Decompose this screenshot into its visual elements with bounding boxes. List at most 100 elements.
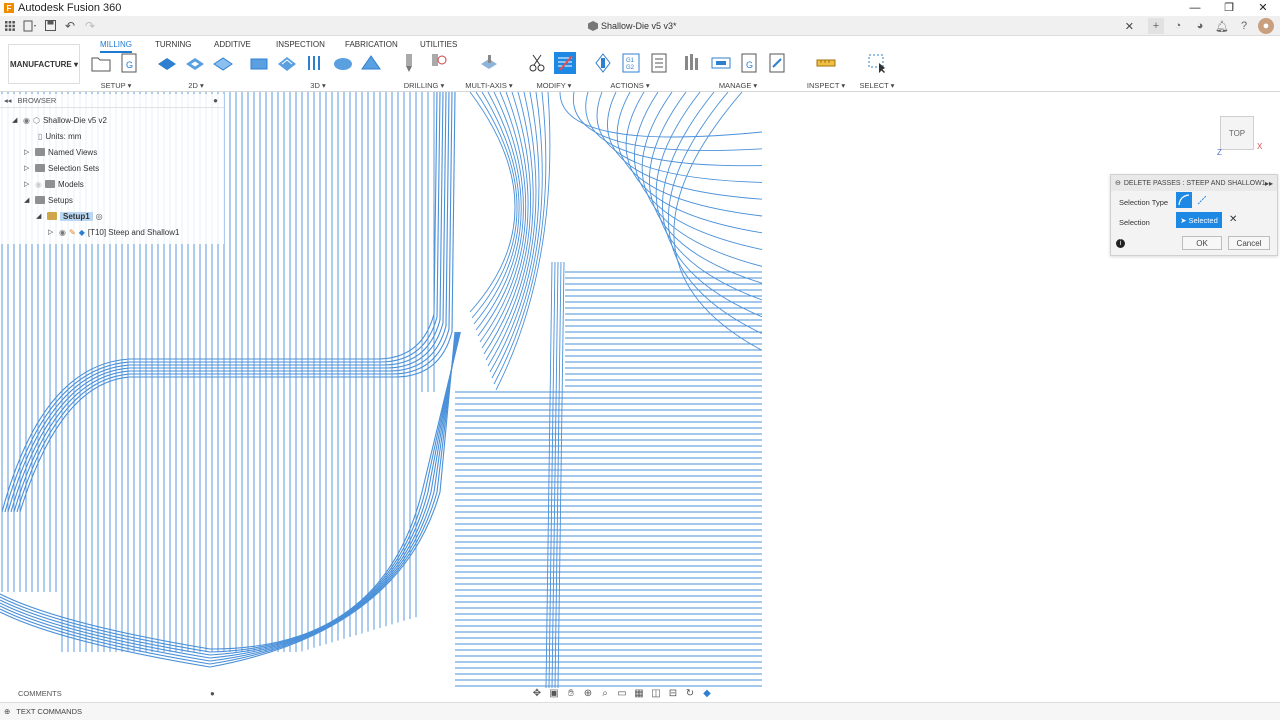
tree-units[interactable]: ▯ Units: mm bbox=[38, 129, 81, 143]
trim-icon[interactable] bbox=[526, 52, 548, 74]
select-group-label[interactable]: SELECT ▾ bbox=[856, 81, 898, 90]
tree-models[interactable]: ▷ ◉ Models bbox=[24, 177, 84, 191]
tree-root[interactable]: ◢ ◉ ⬡ Shallow-Die v5 v2 bbox=[12, 113, 107, 127]
display-settings-icon[interactable]: ▭ bbox=[615, 688, 629, 699]
tree-named-views[interactable]: ▷ Named Views bbox=[24, 145, 97, 159]
3d-scallop-icon[interactable] bbox=[332, 52, 354, 74]
hole-recognition-icon[interactable] bbox=[426, 52, 448, 74]
collapse-arrow-icon[interactable]: ◢ bbox=[24, 196, 32, 204]
tab-turning[interactable]: TURNING bbox=[155, 40, 191, 49]
tab-inspection[interactable]: INSPECTION bbox=[276, 40, 325, 49]
undo-icon[interactable]: ↶ bbox=[60, 16, 80, 36]
2d-pocket-icon[interactable] bbox=[184, 52, 206, 74]
actions-group-label[interactable]: ACTIONS ▾ bbox=[592, 81, 668, 90]
setup-group-label[interactable]: SETUP ▾ bbox=[90, 81, 142, 90]
window-select-icon[interactable] bbox=[866, 52, 888, 74]
3d-parallel-icon[interactable] bbox=[304, 52, 326, 74]
extensions-icon[interactable]: ◔ bbox=[1170, 18, 1186, 34]
2d-face-icon[interactable] bbox=[212, 52, 234, 74]
delete-passes-icon[interactable] bbox=[554, 52, 576, 74]
nc-program-icon[interactable]: G bbox=[118, 52, 140, 74]
zoom-window-icon[interactable]: ⌕ bbox=[598, 688, 612, 699]
expand-arrow-icon[interactable]: ▷ bbox=[24, 148, 32, 156]
viewcube[interactable]: TOP X Z bbox=[1214, 112, 1264, 157]
pan-icon[interactable]: ✋︎ bbox=[564, 688, 578, 699]
tree-selection-sets[interactable]: ▷ Selection Sets bbox=[24, 161, 99, 175]
file-menu-icon[interactable] bbox=[20, 16, 40, 36]
comments-pin-icon[interactable]: ● bbox=[210, 689, 215, 698]
tab-fabrication[interactable]: FABRICATION bbox=[345, 40, 398, 49]
dialog-expand-icon[interactable]: ▸▸ bbox=[1265, 179, 1273, 188]
expand-arrow-icon[interactable]: ▷ bbox=[24, 164, 32, 172]
multiaxis-icon[interactable] bbox=[478, 52, 500, 74]
selection-selected-button[interactable]: ➤ Selected bbox=[1176, 212, 1222, 228]
view-mode-icon[interactable]: ◆ bbox=[700, 688, 714, 699]
multiaxis-group-label[interactable]: MULTI-AXIS ▾ bbox=[464, 81, 514, 90]
browser-collapse-icon[interactable]: ◂◂ bbox=[4, 96, 12, 105]
3d-pocket-icon[interactable] bbox=[276, 52, 298, 74]
visibility-eye-icon[interactable]: ◉ bbox=[35, 180, 42, 189]
save-icon[interactable] bbox=[40, 16, 60, 36]
info-icon[interactable]: i bbox=[1116, 239, 1125, 248]
minimize-button[interactable]: — bbox=[1178, 0, 1212, 16]
visibility-eye-icon[interactable]: ◉ bbox=[59, 228, 66, 237]
machine-library-icon[interactable] bbox=[710, 52, 732, 74]
collapse-arrow-icon[interactable]: ◢ bbox=[36, 212, 44, 220]
drilling-group-label[interactable]: DRILLING ▾ bbox=[398, 81, 450, 90]
post-process-icon[interactable]: G1 G2 bbox=[620, 52, 642, 74]
grid-settings-icon[interactable]: ▦ bbox=[632, 688, 646, 699]
viewports-icon[interactable]: ◫ bbox=[649, 688, 663, 699]
setup-folder-icon[interactable] bbox=[90, 52, 112, 74]
active-setup-icon[interactable]: ◎ bbox=[96, 212, 103, 221]
refresh-icon[interactable]: ↻ bbox=[683, 688, 697, 699]
visibility-eye-icon[interactable]: ◉ bbox=[23, 116, 30, 125]
measure-icon[interactable] bbox=[815, 52, 837, 74]
close-window-button[interactable]: ✕ bbox=[1246, 0, 1280, 16]
text-commands-label[interactable]: TEXT COMMANDS bbox=[16, 707, 82, 716]
expand-arrow-icon[interactable]: ▷ bbox=[48, 228, 56, 236]
app-grid-icon[interactable] bbox=[0, 16, 20, 36]
3d-group-label[interactable]: 3D ▾ bbox=[248, 81, 388, 90]
orbit-icon[interactable]: ✥ bbox=[530, 688, 544, 699]
tab-utilities[interactable]: UTILITIES bbox=[420, 40, 457, 49]
workspace-switcher[interactable]: MANUFACTURE ▾ bbox=[8, 44, 80, 84]
notifications-icon[interactable]: 🔔︎ bbox=[1214, 18, 1230, 34]
2d-group-label[interactable]: 2D ▾ bbox=[156, 81, 236, 90]
job-status-icon[interactable]: ◕ bbox=[1192, 18, 1208, 34]
2d-adaptive-icon[interactable] bbox=[156, 52, 178, 74]
edit-pencil-icon[interactable]: ✎ bbox=[69, 228, 76, 237]
tool-library-icon[interactable] bbox=[682, 52, 704, 74]
selection-type-curve-button[interactable] bbox=[1176, 192, 1192, 208]
3d-steep-shallow-icon[interactable] bbox=[360, 52, 382, 74]
expand-arrow-icon[interactable]: ▷ bbox=[24, 180, 32, 188]
selection-type-line-button[interactable] bbox=[1194, 192, 1210, 208]
collapse-arrow-icon[interactable]: ◢ bbox=[12, 116, 20, 124]
restore-button[interactable]: ❐ bbox=[1212, 0, 1246, 16]
3d-adaptive-icon[interactable] bbox=[248, 52, 270, 74]
zoom-icon[interactable]: ⊕ bbox=[581, 688, 595, 699]
look-at-icon[interactable]: ▣ bbox=[547, 688, 561, 699]
close-tab-icon[interactable]: ✕ bbox=[1125, 20, 1134, 33]
help-icon[interactable]: ? bbox=[1236, 18, 1252, 34]
browser-pin-icon[interactable]: ● bbox=[213, 96, 218, 105]
tree-setup1[interactable]: ◢ Setup1 ◎ bbox=[36, 209, 103, 223]
viewcube-top-face[interactable]: TOP bbox=[1220, 116, 1254, 150]
inspect-group-label[interactable]: INSPECT ▾ bbox=[806, 81, 846, 90]
post-library-icon[interactable]: G bbox=[738, 52, 760, 74]
user-avatar[interactable]: ● bbox=[1258, 18, 1274, 34]
setup-sheet-icon[interactable] bbox=[648, 52, 670, 74]
cancel-button[interactable]: Cancel bbox=[1228, 236, 1270, 250]
text-commands-toggle-icon[interactable]: ⊕ bbox=[4, 707, 10, 716]
section-icon[interactable]: ⊟ bbox=[666, 688, 680, 699]
modify-group-label[interactable]: MODIFY ▾ bbox=[526, 81, 582, 90]
ok-button[interactable]: OK bbox=[1182, 236, 1222, 250]
redo-icon[interactable]: ↷ bbox=[80, 16, 100, 36]
tree-setups[interactable]: ◢ Setups bbox=[24, 193, 73, 207]
manage-group-label[interactable]: MANAGE ▾ bbox=[682, 81, 794, 90]
template-library-icon[interactable] bbox=[766, 52, 788, 74]
comments-label[interactable]: COMMENTS bbox=[18, 689, 62, 698]
tab-additive[interactable]: ADDITIVE bbox=[214, 40, 251, 49]
document-tab[interactable]: Shallow-Die v5 v3* ✕ bbox=[560, 16, 1140, 36]
simulate-icon[interactable] bbox=[592, 52, 614, 74]
clear-selection-icon[interactable]: ✕ bbox=[1229, 214, 1237, 225]
